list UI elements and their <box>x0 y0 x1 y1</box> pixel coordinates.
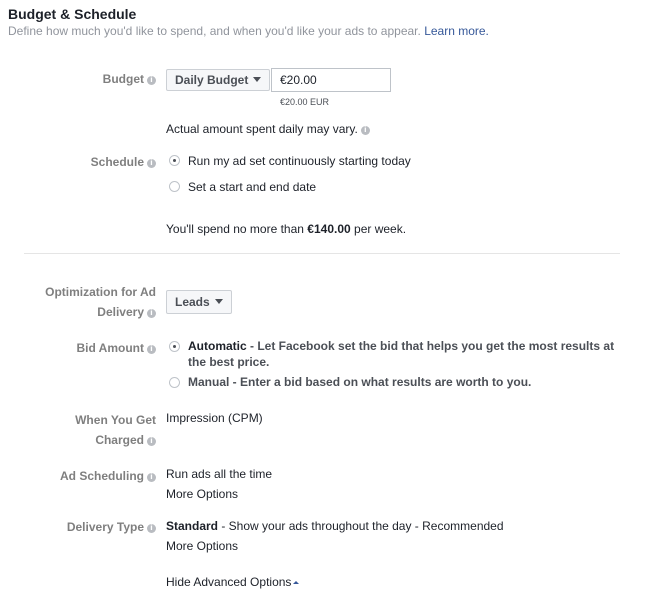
info-icon[interactable]: i <box>147 524 156 533</box>
chevron-down-icon <box>253 77 262 82</box>
bid-automatic-radio[interactable] <box>169 341 180 352</box>
charged-label-line2: Charged i <box>95 430 156 450</box>
schedule-dates-radio[interactable] <box>169 181 180 192</box>
charged-value: Impression (CPM) <box>166 411 263 425</box>
budget-type-label: Daily Budget <box>175 73 249 87</box>
info-icon[interactable]: i <box>360 126 370 135</box>
schedule-label-text: Schedule <box>90 155 144 169</box>
optimization-dropdown[interactable]: Leads <box>166 290 232 314</box>
info-icon[interactable]: i <box>147 345 156 354</box>
bid-manual-title: Manual <box>188 375 230 389</box>
budget-label: Budget i <box>103 69 156 89</box>
ad-scheduling-label: Ad Scheduling i <box>60 466 156 486</box>
section-divider <box>24 253 620 254</box>
budget-amount-hint: €20.00 EUR <box>280 97 330 107</box>
info-icon[interactable]: i <box>147 473 156 482</box>
info-icon[interactable]: i <box>147 437 156 446</box>
spend-prefix: You'll spend no more than <box>166 222 304 236</box>
budget-note: Actual amount spent daily may vary. i <box>166 121 370 137</box>
bid-automatic-label[interactable]: Automatic - Let Facebook set the bid tha… <box>188 338 614 354</box>
section-subtitle: Define how much you'd like to spend, and… <box>8 24 489 38</box>
schedule-dates-label[interactable]: Set a start and end date <box>188 179 316 195</box>
budget-label-text: Budget <box>102 72 144 86</box>
delivery-type-label: Delivery Type i <box>67 517 156 537</box>
budget-amount-input[interactable]: €20.00 <box>271 68 391 92</box>
budget-note-text: Actual amount spent daily may vary. <box>166 122 358 136</box>
charged-label-text: Charged <box>95 433 144 447</box>
delivery-type-standard: Standard <box>166 519 219 533</box>
charged-label-line1: When You Get <box>75 413 156 427</box>
ad-scheduling-label-text: Ad Scheduling <box>60 469 144 483</box>
weekly-spend-note: You'll spend no more than €140.00 per we… <box>166 221 406 237</box>
schedule-label: Schedule i <box>91 152 156 172</box>
bid-manual-radio[interactable] <box>169 377 180 388</box>
info-icon[interactable]: i <box>147 309 156 318</box>
schedule-continuous-label[interactable]: Run my ad set continuously starting toda… <box>188 153 411 169</box>
ad-scheduling-more-options-link[interactable]: More Options <box>166 486 238 502</box>
delivery-type-value: Standard - Show your ads throughout the … <box>166 518 504 534</box>
optimization-dropdown-label: Leads <box>175 295 210 309</box>
optimization-label-text: Delivery <box>97 305 144 319</box>
delivery-type-more-options-link[interactable]: More Options <box>166 538 238 554</box>
delivery-type-label-text: Delivery Type <box>66 520 144 534</box>
optimization-label-line2: Delivery i <box>97 302 156 322</box>
bid-amount-label: Bid Amount i <box>76 338 156 358</box>
learn-more-link[interactable]: Learn more. <box>424 24 489 38</box>
bid-automatic-title: Automatic <box>188 339 247 353</box>
schedule-continuous-radio[interactable] <box>169 155 180 166</box>
info-icon[interactable]: i <box>147 159 156 168</box>
subtitle-text: Define how much you'd like to spend, and… <box>8 24 421 38</box>
bid-manual-desc: - Enter a bid based on what results are … <box>229 375 532 389</box>
bid-manual-label[interactable]: Manual - Enter a bid based on what resul… <box>188 374 531 390</box>
bid-automatic-desc-line2: the best price. <box>188 355 270 369</box>
hide-advanced-text: Hide Advanced Options <box>166 575 292 589</box>
bid-amount-label-text: Bid Amount <box>76 341 144 355</box>
spend-amount: €140.00 <box>307 222 351 236</box>
delivery-type-desc: - Show your ads throughout the day - Rec… <box>218 519 504 533</box>
spend-suffix: per week. <box>354 222 407 236</box>
ad-scheduling-value: Run ads all the time <box>166 467 273 481</box>
chevron-up-icon <box>293 581 300 584</box>
bid-automatic-desc: - Let Facebook set the bid that helps yo… <box>246 339 615 353</box>
info-icon[interactable]: i <box>147 76 156 85</box>
hide-advanced-options-link[interactable]: Hide Advanced Options <box>166 574 300 590</box>
chevron-down-icon <box>214 299 223 304</box>
optimization-label-line1: Optimization for Ad <box>45 285 156 299</box>
section-title: Budget & Schedule <box>8 6 137 22</box>
budget-type-dropdown[interactable]: Daily Budget <box>166 69 270 91</box>
